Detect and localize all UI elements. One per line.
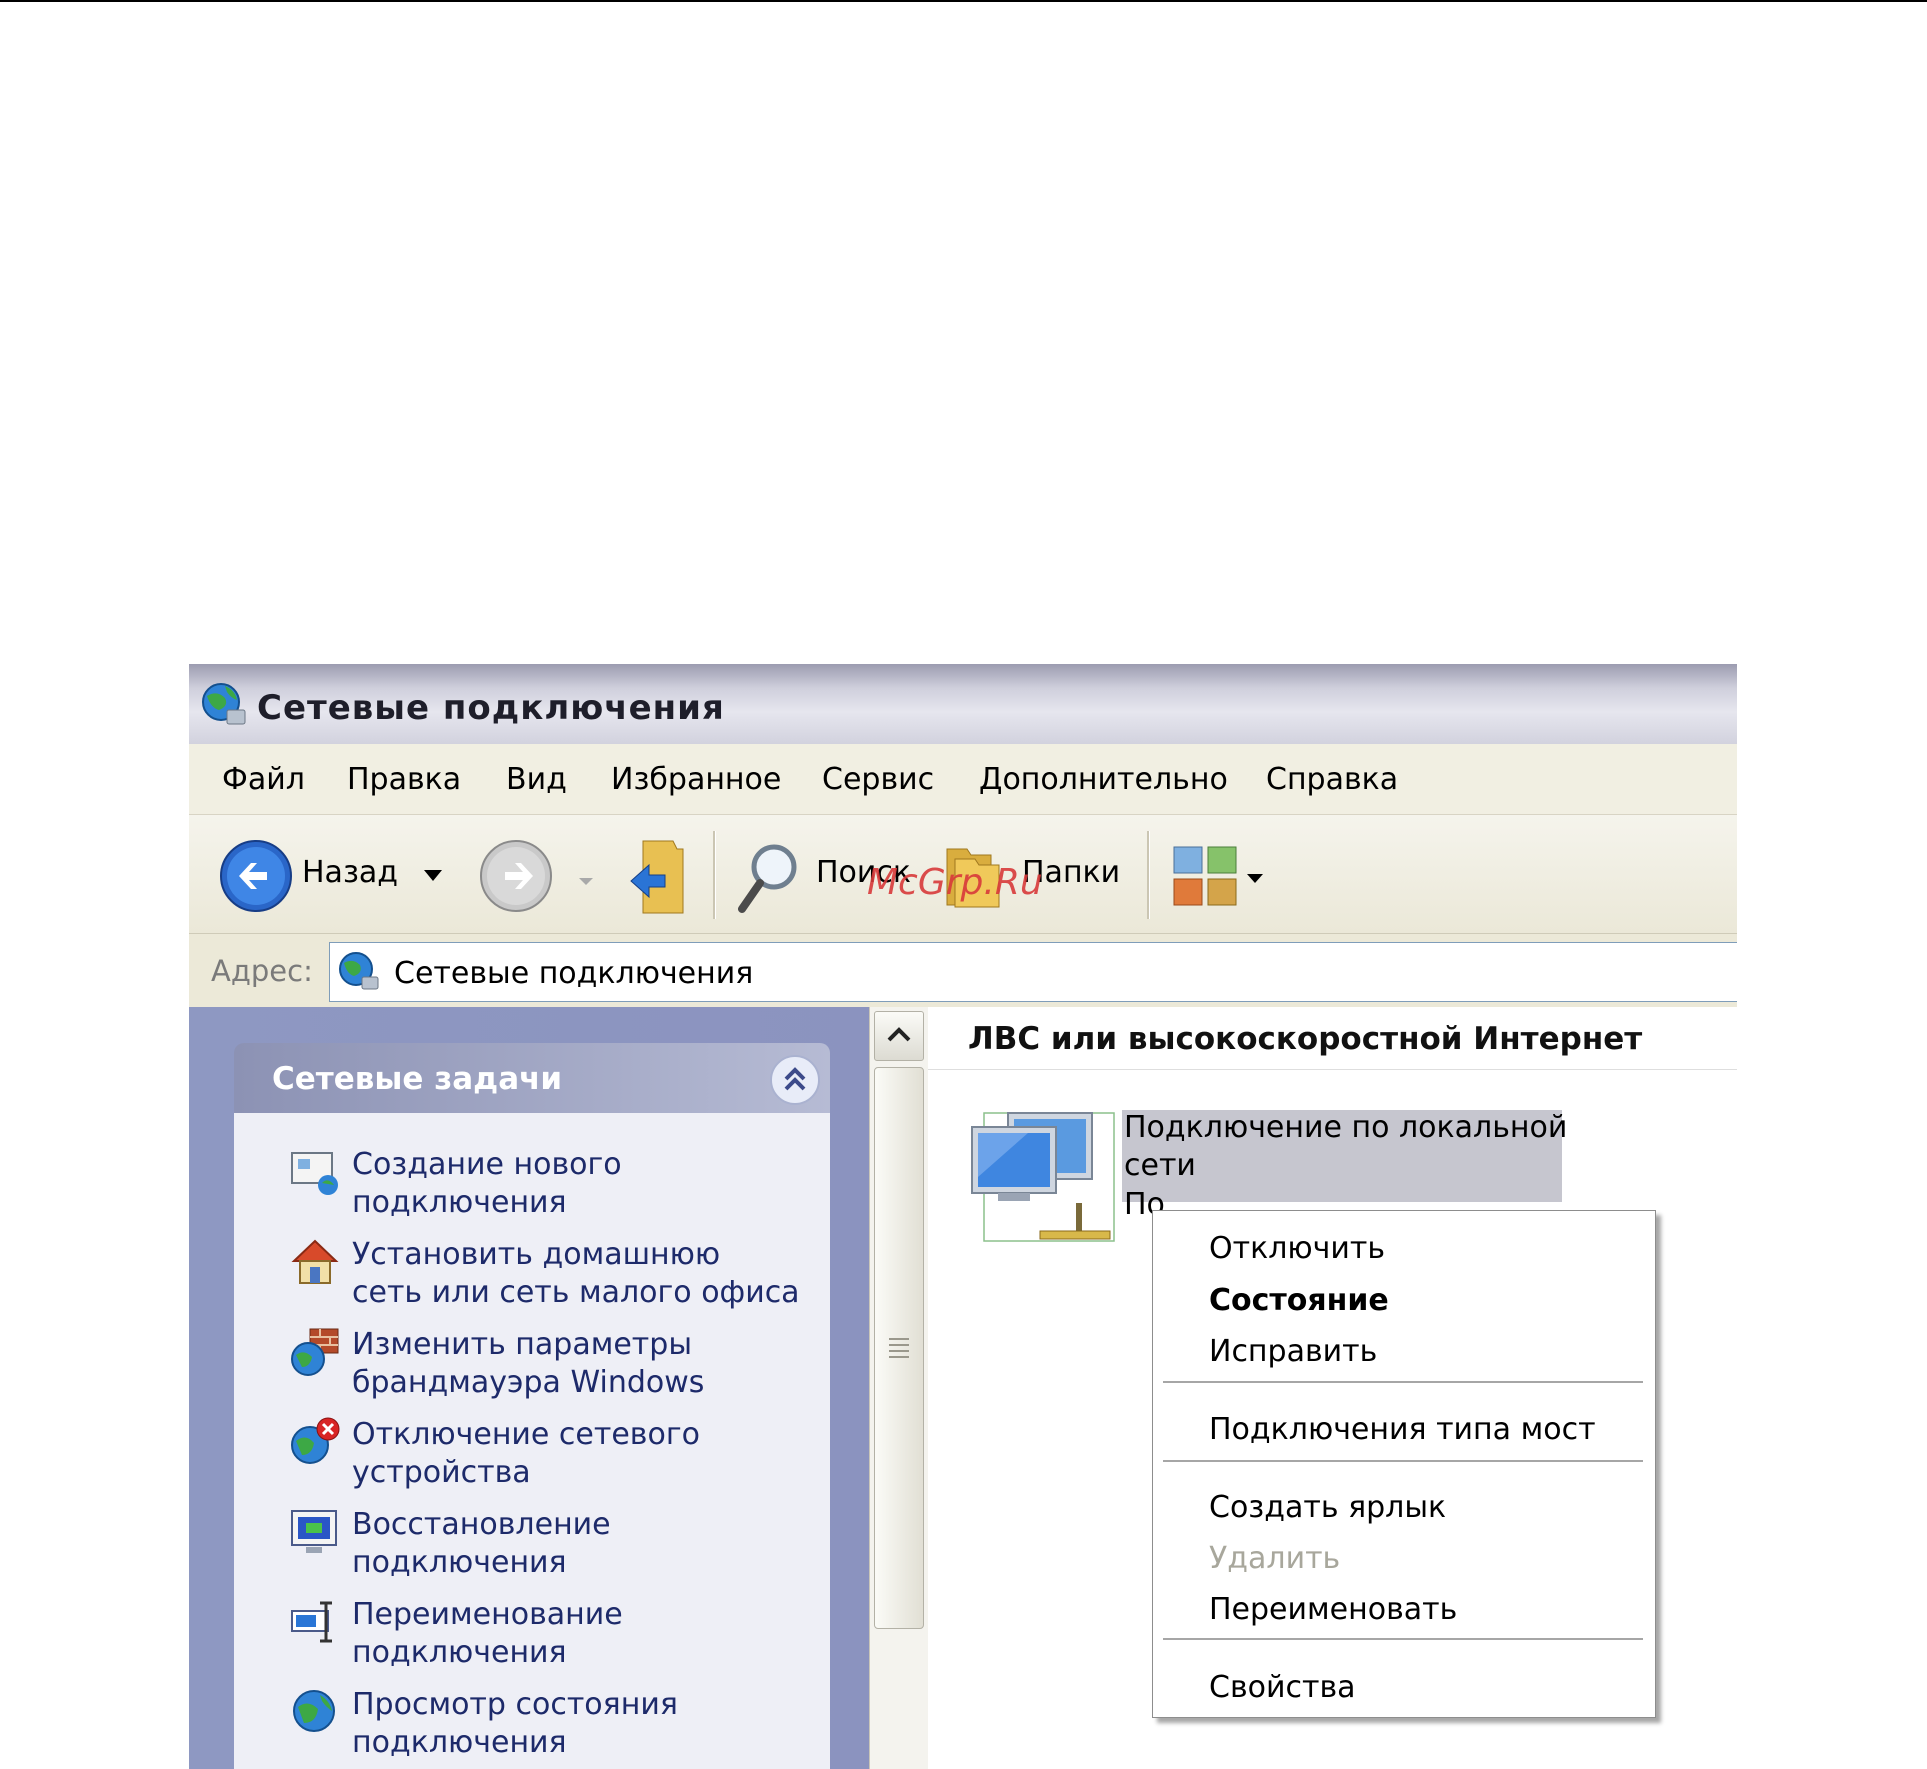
task-line: Отключение сетевого xyxy=(352,1417,700,1452)
network-connections-icon xyxy=(199,680,249,734)
task-create-connection[interactable]: Создание нового подключения xyxy=(290,1147,830,1233)
task-line: подключения xyxy=(352,1545,567,1580)
network-tasks-header[interactable]: Сетевые задачи xyxy=(234,1043,830,1113)
task-line: подключения xyxy=(352,1635,567,1670)
network-tasks-panel: Сетевые задачи Создание нового подключен… xyxy=(234,1043,830,1769)
ctx-create-shortcut[interactable]: Создать ярлык xyxy=(1209,1490,1446,1525)
task-line: Восстановление xyxy=(352,1507,611,1542)
ctx-separator xyxy=(1163,1460,1643,1462)
task-home-network[interactable]: Установить домашнюю сеть или сеть малого… xyxy=(290,1237,830,1323)
ctx-disconnect[interactable]: Отключить xyxy=(1209,1231,1385,1266)
scroll-grip-icon xyxy=(889,1338,909,1340)
vertical-scrollbar[interactable] xyxy=(869,1007,928,1769)
collapse-chevron-icon[interactable] xyxy=(770,1055,820,1105)
toolbar-separator xyxy=(713,831,716,919)
network-tasks-list: Создание нового подключения Установить д… xyxy=(234,1113,830,1769)
rename-connection-icon xyxy=(290,1597,340,1647)
network-tasks-title: Сетевые задачи xyxy=(272,1061,563,1097)
lan-connection-icon[interactable] xyxy=(968,1107,1118,1251)
ctx-delete: Удалить xyxy=(1209,1541,1341,1576)
task-line: Изменить параметры xyxy=(352,1327,693,1362)
menu-advanced[interactable]: Дополнительно xyxy=(979,762,1228,797)
menu-edit[interactable]: Правка xyxy=(347,762,461,797)
ctx-properties[interactable]: Свойства xyxy=(1209,1670,1356,1705)
connection-name-line: Подключение по локальной xyxy=(1124,1110,1568,1145)
ctx-separator xyxy=(1163,1381,1643,1383)
task-line: Просмотр состояния xyxy=(352,1687,678,1722)
menu-help[interactable]: Справка xyxy=(1266,762,1398,797)
new-connection-icon xyxy=(290,1147,340,1197)
forward-icon[interactable] xyxy=(479,839,553,917)
window-title: Сетевые подключения xyxy=(257,688,725,728)
address-label: Адрес: xyxy=(211,954,313,988)
menu-favorites[interactable]: Избранное xyxy=(611,762,781,797)
back-dropdown-arrow-icon[interactable] xyxy=(424,867,442,886)
menu-file[interactable]: Файл xyxy=(222,762,305,797)
task-line: Создание нового xyxy=(352,1147,622,1182)
group-divider xyxy=(928,1069,1737,1070)
status-connection-icon xyxy=(290,1687,340,1737)
back-label[interactable]: Назад xyxy=(302,855,398,890)
scroll-up-button[interactable] xyxy=(874,1011,924,1061)
context-menu: Отключить Состояние Исправить Подключени… xyxy=(1152,1210,1656,1718)
address-bar: Адрес: Сетевые подключения xyxy=(189,934,1737,1006)
group-title: ЛВС или высокоскоростной Интернет xyxy=(968,1021,1643,1057)
title-bar[interactable]: Сетевые подключения xyxy=(189,664,1737,744)
ctx-rename[interactable]: Переименовать xyxy=(1209,1592,1457,1627)
network-connections-icon xyxy=(336,949,382,999)
address-value: Сетевые подключения xyxy=(394,956,754,991)
scroll-thumb[interactable] xyxy=(874,1067,924,1629)
menu-view[interactable]: Вид xyxy=(506,762,567,797)
task-repair-connection[interactable]: Восстановление подключения xyxy=(290,1507,830,1593)
task-line: брандмауэра Windows xyxy=(352,1365,705,1400)
task-firewall-settings[interactable]: Изменить параметры брандмауэра Windows xyxy=(290,1327,830,1413)
task-line: подключения xyxy=(352,1725,567,1760)
page-top-rule xyxy=(0,0,1927,2)
back-icon[interactable] xyxy=(219,839,293,917)
home-network-icon xyxy=(290,1237,340,1287)
ctx-separator xyxy=(1163,1638,1643,1640)
ctx-repair[interactable]: Исправить xyxy=(1209,1334,1377,1369)
menu-bar: Файл Правка Вид Избранное Сервис Дополни… xyxy=(189,744,1737,815)
task-line: Переименование xyxy=(352,1597,623,1632)
task-line: сеть или сеть малого офиса xyxy=(352,1275,800,1310)
ctx-status[interactable]: Состояние xyxy=(1209,1283,1389,1318)
task-rename-connection[interactable]: Переименование подключения xyxy=(290,1597,830,1683)
task-line: устройства xyxy=(352,1455,531,1490)
address-input[interactable]: Сетевые подключения xyxy=(329,942,1737,1002)
ctx-bridge-connections[interactable]: Подключения типа мост xyxy=(1209,1412,1596,1447)
firewall-icon xyxy=(290,1327,340,1377)
repair-connection-icon xyxy=(290,1507,340,1557)
toolbar-separator xyxy=(1147,831,1150,919)
views-icon[interactable] xyxy=(1172,845,1242,913)
watermark-text: McGrp.Ru xyxy=(867,862,1043,903)
task-disable-device[interactable]: Отключение сетевого устройства xyxy=(290,1417,830,1503)
folder-up-icon[interactable] xyxy=(623,835,693,921)
forward-dropdown-arrow-icon[interactable] xyxy=(579,871,593,890)
search-icon[interactable] xyxy=(734,839,804,921)
views-dropdown-arrow-icon[interactable] xyxy=(1247,869,1263,888)
task-pane: Сетевые задачи Создание нового подключен… xyxy=(189,1007,869,1769)
menu-tools[interactable]: Сервис xyxy=(822,762,934,797)
task-line: подключения xyxy=(352,1185,567,1220)
disable-device-icon xyxy=(290,1417,340,1467)
connection-name-line: сети xyxy=(1124,1148,1196,1183)
task-view-status[interactable]: Просмотр состояния подключения xyxy=(290,1687,830,1769)
connection-label-selected[interactable]: Подключение по локальной сети xyxy=(1122,1110,1567,1202)
task-line: Установить домашнюю xyxy=(352,1237,721,1272)
